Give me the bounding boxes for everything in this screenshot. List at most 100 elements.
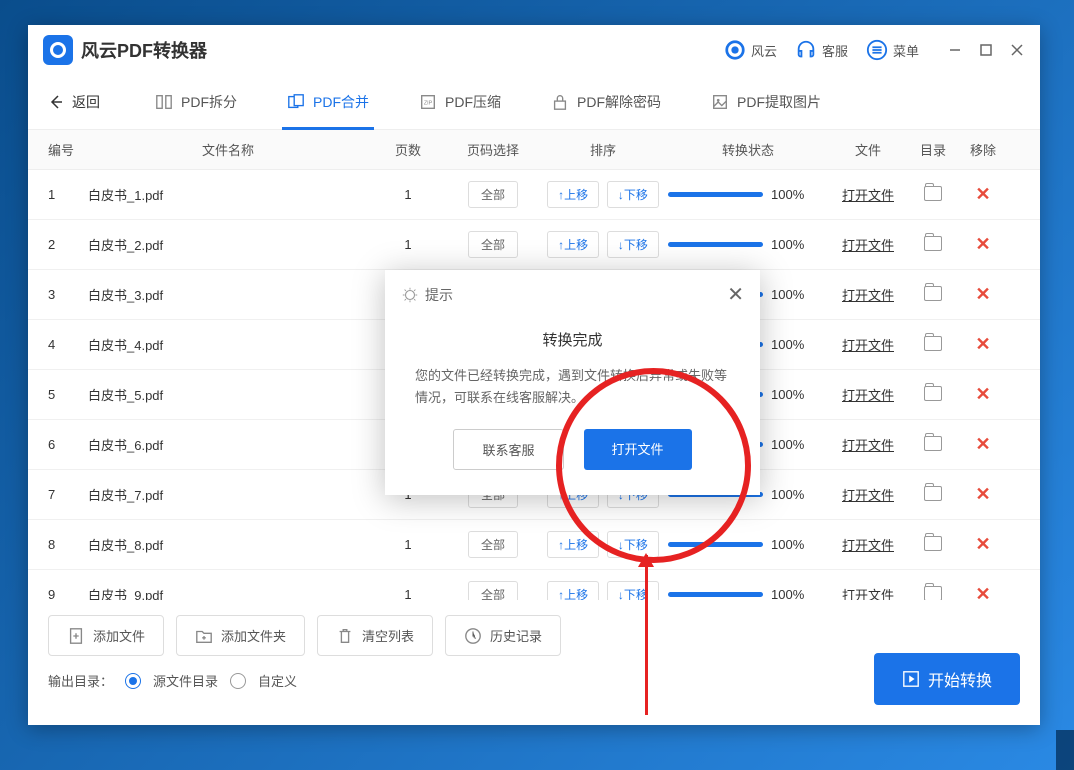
- add-folder-button[interactable]: 添加文件夹: [176, 615, 305, 656]
- open-file-link[interactable]: 打开文件: [842, 238, 894, 253]
- open-file-link[interactable]: 打开文件: [842, 488, 894, 503]
- open-file-link[interactable]: 打开文件: [842, 538, 894, 553]
- folder-icon[interactable]: [924, 436, 942, 451]
- add-file-button[interactable]: 添加文件: [48, 615, 164, 656]
- open-file-link[interactable]: 打开文件: [842, 588, 894, 600]
- start-convert-button[interactable]: 开始转换: [874, 653, 1020, 705]
- folder-icon[interactable]: [924, 586, 942, 601]
- table-header: 编号 文件名称 页数 页码选择 排序 转换状态 文件 目录 移除: [28, 130, 1040, 170]
- completion-dialog: 提示 ✕ 转换完成 您的文件已经转换完成，遇到文件转换后异常或失败等情况，可联系…: [385, 270, 760, 495]
- move-down-button[interactable]: ↓下移: [607, 531, 659, 558]
- clear-list-button[interactable]: 清空列表: [317, 615, 433, 656]
- open-file-button[interactable]: 打开文件: [584, 429, 692, 470]
- lightbulb-icon: [401, 286, 419, 304]
- open-file-link[interactable]: 打开文件: [842, 438, 894, 453]
- fengyun-link[interactable]: 风云: [724, 39, 777, 61]
- cell-num: 2: [48, 237, 88, 252]
- open-file-link[interactable]: 打开文件: [842, 338, 894, 353]
- menu-label: 菜单: [893, 41, 919, 60]
- remove-row-button[interactable]: ✕: [975, 584, 990, 600]
- lock-icon: [551, 93, 569, 111]
- cell-filename: 白皮书_6.pdf: [88, 435, 368, 454]
- table-row: 8 白皮书_8.pdf 1 全部 ↑上移 ↓下移 100% 打开文件 ✕: [28, 520, 1040, 570]
- move-up-button[interactable]: ↑上移: [547, 231, 599, 258]
- tab-label: PDF合并: [313, 92, 369, 112]
- radio-source-dir[interactable]: [125, 673, 141, 689]
- back-button[interactable]: 返回: [48, 92, 100, 112]
- cell-num: 1: [48, 187, 88, 202]
- progress-bar: [668, 242, 763, 247]
- add-file-icon: [67, 627, 85, 645]
- zip-icon: ZIP: [419, 93, 437, 111]
- folder-icon[interactable]: [924, 386, 942, 401]
- page-select-button[interactable]: 全部: [468, 581, 518, 600]
- page-select-button[interactable]: 全部: [468, 531, 518, 558]
- image-icon: [711, 93, 729, 111]
- menu-icon: [866, 39, 888, 61]
- tab-label: PDF提取图片: [737, 92, 821, 112]
- contact-support-button[interactable]: 联系客服: [453, 429, 563, 470]
- folder-icon[interactable]: [924, 336, 942, 351]
- tab-pdf-unlock[interactable]: PDF解除密码: [526, 75, 686, 130]
- start-label: 开始转换: [928, 667, 992, 691]
- folder-icon[interactable]: [924, 186, 942, 201]
- headset-icon: [795, 39, 817, 61]
- remove-row-button[interactable]: ✕: [975, 484, 990, 504]
- progress-percent: 100%: [771, 487, 804, 502]
- clock-icon: [464, 627, 482, 645]
- minimize-button[interactable]: [947, 42, 963, 58]
- dialog-close-button[interactable]: ✕: [727, 282, 744, 307]
- cell-pages: 1: [368, 237, 448, 252]
- progress-percent: 100%: [771, 587, 804, 600]
- remove-row-button[interactable]: ✕: [975, 284, 990, 304]
- page-select-button[interactable]: 全部: [468, 231, 518, 258]
- cell-filename: 白皮书_4.pdf: [88, 335, 368, 354]
- open-file-link[interactable]: 打开文件: [842, 288, 894, 303]
- remove-row-button[interactable]: ✕: [975, 334, 990, 354]
- move-up-button[interactable]: ↑上移: [547, 531, 599, 558]
- remove-row-button[interactable]: ✕: [975, 384, 990, 404]
- titlebar: 风云PDF转换器 风云 客服 菜单: [28, 25, 1040, 75]
- open-file-link[interactable]: 打开文件: [842, 388, 894, 403]
- header-num: 编号: [48, 140, 88, 159]
- tab-pdf-extract-image[interactable]: PDF提取图片: [686, 75, 846, 130]
- move-down-button[interactable]: ↓下移: [607, 231, 659, 258]
- menu-link[interactable]: 菜单: [866, 39, 919, 61]
- tab-pdf-merge[interactable]: PDF合并: [262, 75, 394, 130]
- move-down-button[interactable]: ↓下移: [607, 581, 659, 600]
- folder-icon[interactable]: [924, 286, 942, 301]
- move-up-button[interactable]: ↑上移: [547, 181, 599, 208]
- history-button[interactable]: 历史记录: [445, 615, 561, 656]
- remove-row-button[interactable]: ✕: [975, 234, 990, 254]
- move-down-button[interactable]: ↓下移: [607, 181, 659, 208]
- dialog-hint-label: 提示: [425, 285, 453, 305]
- page-select-button[interactable]: 全部: [468, 181, 518, 208]
- folder-icon[interactable]: [924, 486, 942, 501]
- header-file: 文件: [828, 140, 908, 159]
- toolbar: 返回 PDF拆分 PDF合并 ZIP PDF压缩 PDF解除密码 PDF提取图片: [28, 75, 1040, 130]
- move-up-button[interactable]: ↑上移: [547, 581, 599, 600]
- remove-row-button[interactable]: ✕: [975, 434, 990, 454]
- progress-percent: 100%: [771, 237, 804, 252]
- progress-percent: 100%: [771, 287, 804, 302]
- app-title: 风云PDF转换器: [81, 37, 724, 63]
- open-file-link[interactable]: 打开文件: [842, 188, 894, 203]
- remove-row-button[interactable]: ✕: [975, 184, 990, 204]
- tab-pdf-compress[interactable]: ZIP PDF压缩: [394, 75, 526, 130]
- cell-num: 8: [48, 537, 88, 552]
- folder-icon[interactable]: [924, 236, 942, 251]
- support-link[interactable]: 客服: [795, 39, 848, 61]
- maximize-button[interactable]: [978, 42, 994, 58]
- progress-percent: 100%: [771, 337, 804, 352]
- header-dir: 目录: [908, 140, 958, 159]
- merge-icon: [287, 93, 305, 111]
- cell-filename: 白皮书_1.pdf: [88, 185, 368, 204]
- tab-pdf-split[interactable]: PDF拆分: [130, 75, 262, 130]
- folder-icon[interactable]: [924, 536, 942, 551]
- tab-label: PDF拆分: [181, 92, 237, 112]
- fengyun-icon: [724, 39, 746, 61]
- header-name: 文件名称: [88, 140, 368, 159]
- remove-row-button[interactable]: ✕: [975, 534, 990, 554]
- radio-custom-dir[interactable]: [230, 673, 246, 689]
- close-button[interactable]: [1009, 42, 1025, 58]
